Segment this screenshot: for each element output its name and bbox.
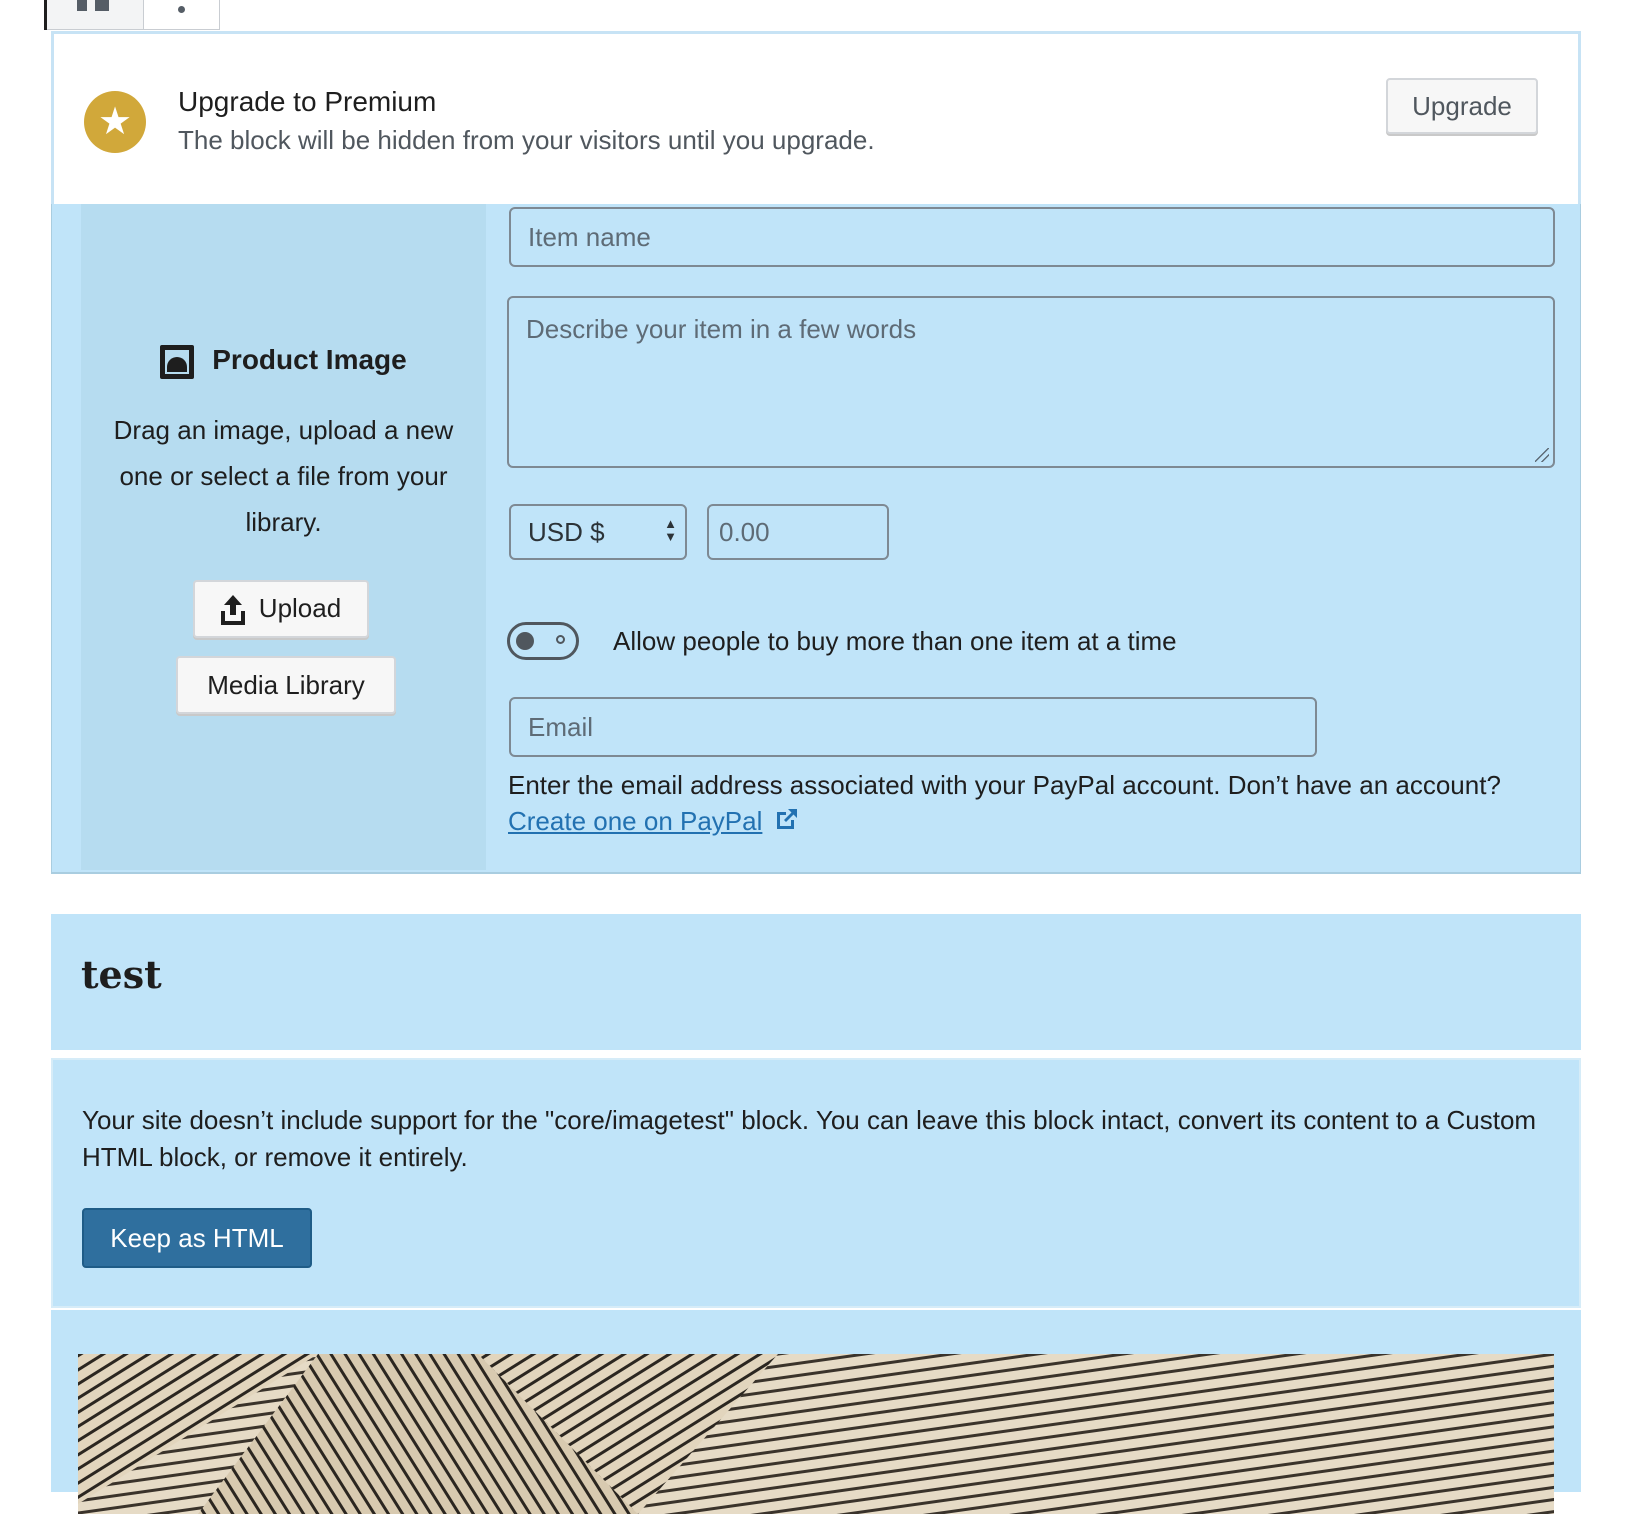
item-name-input[interactable]: Item name — [509, 207, 1555, 267]
currency-value: USD $ — [528, 517, 605, 547]
item-description-placeholder: Describe your item in a few words — [526, 314, 917, 344]
upload-label: Upload — [258, 592, 342, 623]
toggle-off-indicator — [556, 635, 565, 644]
heading-block[interactable]: test — [51, 914, 1581, 1050]
more-options-button[interactable] — [144, 0, 220, 30]
product-image-label: Product Image — [212, 344, 407, 375]
wood-pattern-image — [78, 1354, 1554, 1514]
upload-button[interactable]: Upload — [193, 580, 369, 638]
more-dot-icon — [178, 6, 185, 13]
block-toolbar — [44, 0, 224, 30]
product-image-instructions: Drag an image, upload a new one or selec… — [113, 415, 454, 537]
select-arrows-icon: ▲ ▼ — [664, 516, 677, 544]
keep-as-html-button[interactable]: Keep as HTML — [82, 1208, 312, 1268]
heading-text[interactable]: test — [81, 952, 162, 997]
star-icon: ★ — [84, 91, 146, 153]
toggle-knob — [516, 632, 534, 650]
product-image-placeholder[interactable]: Product Image Drag an image, upload a ne… — [81, 204, 486, 870]
image-block[interactable] — [51, 1310, 1581, 1514]
product-image-heading: Product Image — [81, 344, 486, 379]
currency-select[interactable]: USD $ ▲ ▼ — [509, 504, 687, 560]
missing-block-message: Your site doesn’t include support for th… — [82, 1105, 1537, 1172]
image-preview[interactable] — [78, 1354, 1554, 1514]
image-icon — [160, 344, 195, 379]
price-input[interactable]: 0.00 — [707, 504, 889, 560]
email-input[interactable]: Email — [509, 697, 1317, 757]
upgrade-nudge: ★ Upgrade to Premium The block will be h… — [51, 31, 1581, 204]
media-library-button[interactable]: Media Library — [176, 656, 396, 714]
item-description-textarea[interactable]: Describe your item in a few words — [507, 296, 1555, 468]
block-align-button[interactable] — [47, 0, 144, 30]
upload-icon — [220, 595, 245, 626]
simple-payments-block: Product Image Drag an image, upload a ne… — [51, 204, 1581, 874]
missing-block-warning: Your site doesn’t include support for th… — [51, 1058, 1581, 1308]
email-help-sentence: Enter the email address associated with … — [508, 770, 1501, 800]
create-paypal-link[interactable]: Create one on PayPal — [508, 806, 762, 836]
multiple-items-label[interactable]: Allow people to buy more than one item a… — [613, 622, 1177, 660]
external-link-icon[interactable] — [774, 806, 800, 832]
nudge-description: The block will be hidden from your visit… — [178, 125, 875, 155]
upgrade-button[interactable]: Upgrade — [1386, 78, 1538, 134]
nudge-title: Upgrade to Premium — [178, 86, 437, 117]
resize-grip-icon[interactable] — [1535, 448, 1549, 462]
multiple-items-toggle[interactable] — [507, 622, 579, 660]
email-help-text: Enter the email address associated with … — [508, 767, 1558, 839]
